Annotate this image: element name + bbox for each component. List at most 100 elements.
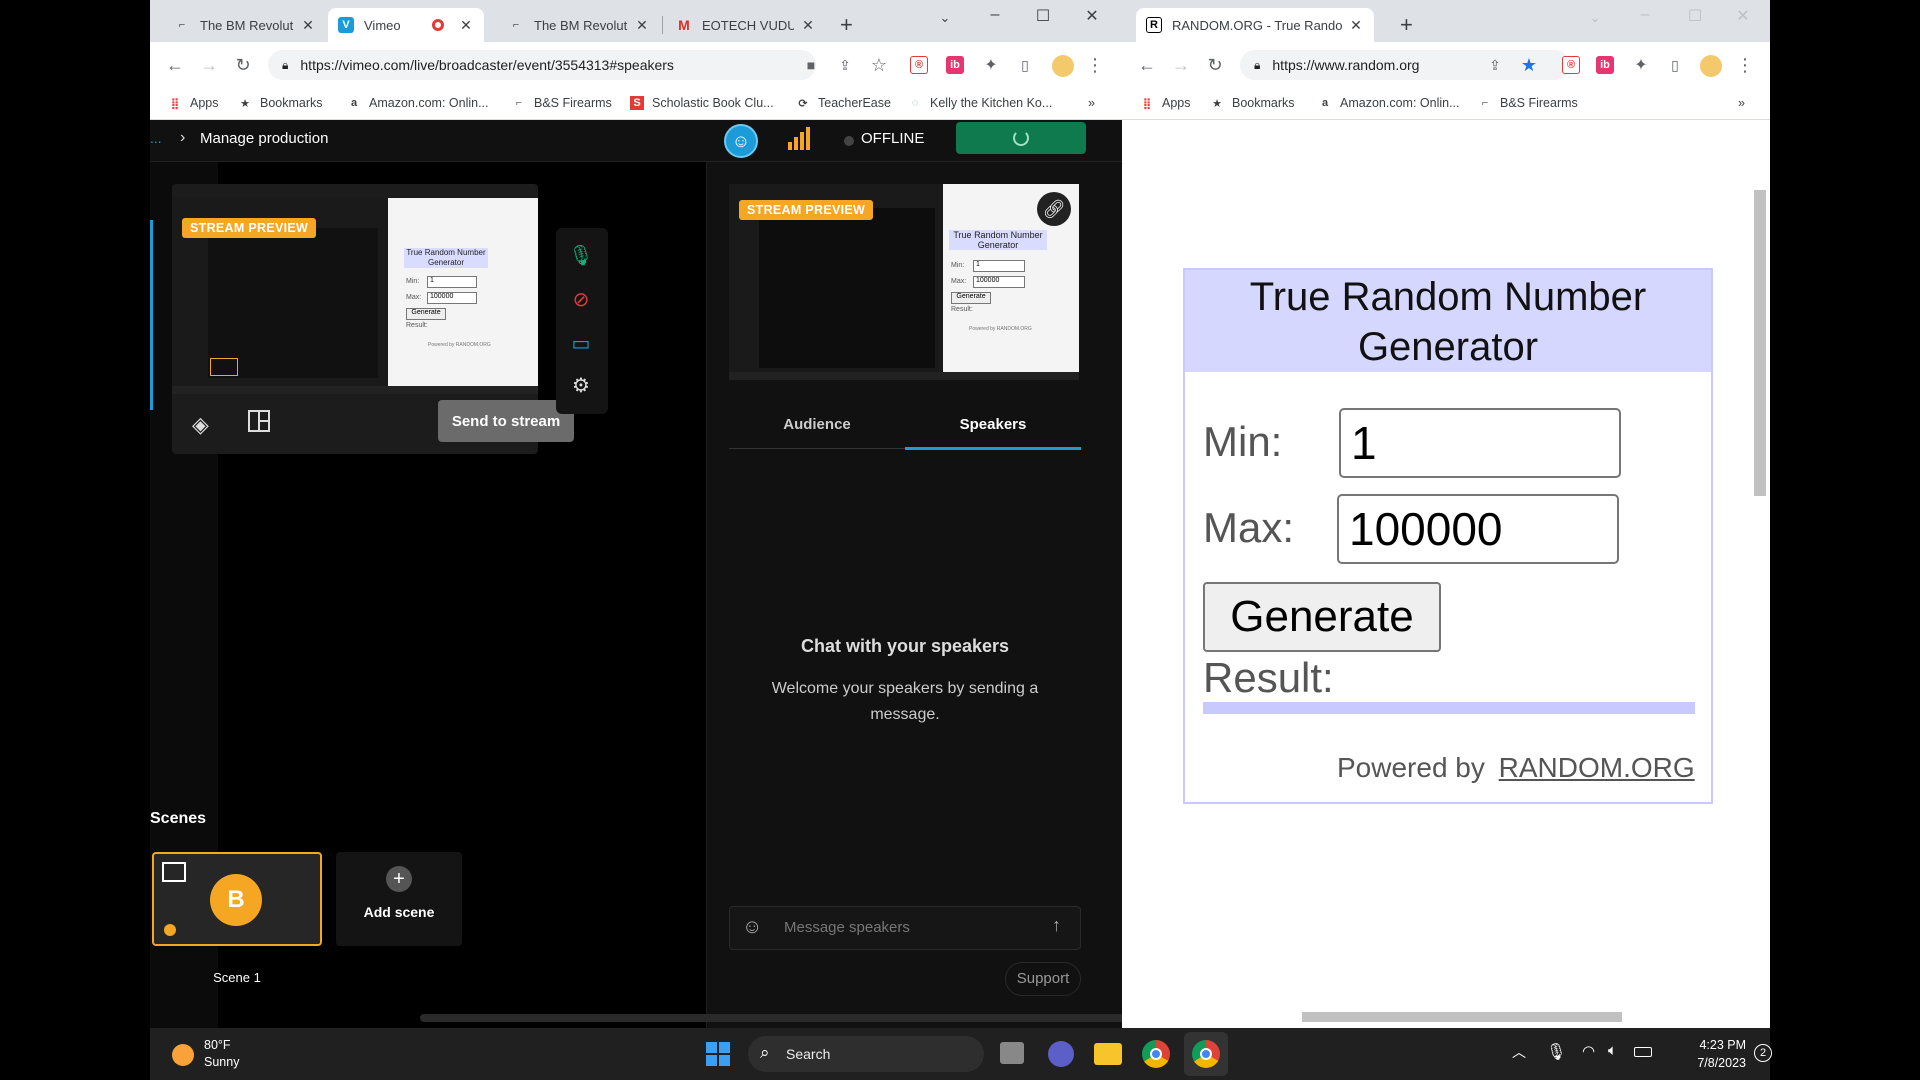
extension-icon[interactable]: ® <box>1562 56 1580 74</box>
tab-random-org[interactable]: R RANDOM.ORG - True Random N ✕ <box>1136 8 1374 42</box>
side-panel-icon[interactable]: ▯ <box>1014 54 1036 76</box>
vertical-scrollbar[interactable] <box>1754 190 1766 496</box>
tab-audience[interactable]: Audience <box>729 416 905 433</box>
more-bookmarks[interactable]: » <box>1088 96 1095 110</box>
reload-icon[interactable]: ↻ <box>1204 54 1226 76</box>
send-to-stream-button[interactable]: Send to stream <box>438 400 574 442</box>
horizontal-scrollbar[interactable] <box>1302 1012 1622 1022</box>
screen-share-icon[interactable]: ▭ <box>568 330 594 356</box>
minimize-button[interactable]: – <box>1630 6 1660 24</box>
ibotta-icon[interactable]: ib <box>946 56 964 74</box>
close-icon[interactable]: ✕ <box>1348 17 1364 34</box>
chat-app-icon[interactable] <box>1048 1041 1074 1067</box>
star-icon[interactable]: ☆ <box>868 54 890 76</box>
bookmark-kelly[interactable]: ◌ Kelly the Kitchen Ko... <box>908 96 1053 110</box>
maximize-button[interactable]: ☐ <box>1680 6 1710 26</box>
share-icon[interactable]: ⇪ <box>1484 54 1506 76</box>
minimize-button[interactable]: – <box>980 6 1010 24</box>
maximize-button[interactable]: ☐ <box>1028 6 1058 26</box>
tab-eotech[interactable]: M EOTECH VUDU 1 ✕ <box>666 8 826 42</box>
add-scene-button[interactable]: + Add scene <box>336 852 462 946</box>
tab-bm-revolution-2[interactable]: ⌐ The BM Revolutio ✕ <box>498 8 660 42</box>
notification-badge[interactable]: 2 <box>1754 1044 1772 1062</box>
new-tab-button[interactable]: + <box>840 12 853 38</box>
scene-card[interactable]: B <box>152 852 322 946</box>
close-icon[interactable]: ✕ <box>458 17 474 34</box>
camera-icon[interactable]: ■ <box>800 54 822 76</box>
puzzle-icon[interactable]: ✦ <box>1630 54 1652 76</box>
chevron-up-icon[interactable]: ︿ <box>1512 1042 1526 1062</box>
breadcrumb[interactable]: Manage production <box>200 130 328 147</box>
menu-icon[interactable]: ⋮ <box>1084 54 1106 76</box>
close-icon[interactable]: ✕ <box>800 17 816 34</box>
battery-icon[interactable] <box>1634 1047 1652 1057</box>
address-bar[interactable]: 🔒︎ https://vimeo.com/live/broadcaster/ev… <box>268 50 816 80</box>
tab-bm-revolution-1[interactable]: ⌐ The BM Revolutio ✕ <box>164 8 326 42</box>
clock-date[interactable]: 7/8/2023 <box>1660 1056 1746 1070</box>
tab-vimeo[interactable]: V Vimeo ✕ <box>328 8 484 42</box>
tab-search-icon[interactable]: ⌄ <box>1580 10 1610 26</box>
bookmark-bookmarks[interactable]: ★ Bookmarks <box>1210 96 1294 110</box>
close-icon[interactable]: ✕ <box>634 17 650 34</box>
link-icon[interactable]: 🔗︎ <box>1037 192 1071 226</box>
close-icon[interactable]: ✕ <box>300 17 316 34</box>
bookmark-apps[interactable]: ⣿ Apps <box>168 96 219 110</box>
layout-icon[interactable] <box>248 410 270 432</box>
menu-icon[interactable]: ⋮ <box>1734 54 1756 76</box>
more-bookmarks[interactable]: » <box>1738 96 1745 110</box>
back-icon[interactable]: ← <box>1136 54 1158 76</box>
wifi-icon[interactable]: ◠ <box>1582 1042 1595 1060</box>
max-input[interactable]: 100000 <box>1337 494 1619 564</box>
close-window-button[interactable]: ✕ <box>1728 6 1758 26</box>
search-box[interactable]: ⌕ Search <box>748 1036 984 1072</box>
extension-icon[interactable]: ® <box>910 56 928 74</box>
forward-icon[interactable]: → <box>1170 54 1192 76</box>
windows-start-icon[interactable] <box>706 1042 730 1066</box>
generate-button[interactable]: Generate <box>1203 582 1441 652</box>
sun-icon[interactable] <box>172 1044 194 1066</box>
random-org-link[interactable]: RANDOM.ORG <box>1499 752 1695 783</box>
new-tab-button[interactable]: + <box>1400 12 1413 38</box>
layers-icon[interactable]: ◈ <box>192 412 209 438</box>
face-status-icon[interactable]: ☺ <box>724 124 758 158</box>
camera-off-icon[interactable]: ⊘ <box>568 286 594 312</box>
microphone-icon[interactable]: 🎙︎ <box>568 242 594 268</box>
message-input[interactable]: ☺ Message speakers ↑ <box>729 906 1081 950</box>
bookmark-scholastic[interactable]: S Scholastic Book Clu... <box>630 96 774 110</box>
back-icon[interactable]: ← <box>164 54 186 76</box>
forward-icon[interactable]: → <box>198 54 220 76</box>
puzzle-icon[interactable]: ✦ <box>980 54 1002 76</box>
bookmark-teacherease[interactable]: ⟳ TeacherEase <box>796 96 891 110</box>
avatar[interactable] <box>1052 55 1074 77</box>
task-view-icon[interactable] <box>1000 1042 1024 1064</box>
send-arrow-icon[interactable]: ↑ <box>1052 915 1061 936</box>
chrome-active-icon[interactable] <box>1184 1032 1228 1076</box>
star-icon[interactable]: ★ <box>1518 54 1540 76</box>
close-window-button[interactable]: ✕ <box>1077 6 1107 26</box>
bookmark-bs-firearms[interactable]: ⌐ B&S Firearms <box>512 96 612 110</box>
volume-icon[interactable]: 🔈︎ <box>1608 1042 1617 1059</box>
settings-icon[interactable]: ⚙︎ <box>568 372 594 398</box>
weather-desc[interactable]: Sunny <box>204 1055 239 1069</box>
bookmark-bookmarks[interactable]: ★ Bookmarks <box>238 96 322 110</box>
emoji-icon[interactable]: ☺ <box>742 916 762 939</box>
bookmark-apps[interactable]: ⣿ Apps <box>1140 96 1191 110</box>
back-link[interactable]: ... <box>150 130 162 146</box>
tab-speakers[interactable]: Speakers <box>905 416 1081 433</box>
bookmark-amazon[interactable]: a Amazon.com: Onlin... <box>347 96 489 110</box>
side-panel-icon[interactable]: ▯ <box>1664 54 1686 76</box>
bookmark-amazon[interactable]: a Amazon.com: Onlin... <box>1318 96 1460 110</box>
avatar[interactable] <box>1700 55 1722 77</box>
bookmark-bs-firearms[interactable]: ⌐ B&S Firearms <box>1478 96 1578 110</box>
clock-time[interactable]: 4:23 PM <box>1660 1038 1746 1052</box>
min-input[interactable]: 1 <box>1339 408 1621 478</box>
go-live-button[interactable] <box>956 122 1086 154</box>
chrome-icon[interactable] <box>1142 1040 1170 1068</box>
microphone-icon[interactable]: 🎙︎ <box>1546 1042 1566 1062</box>
weather-temp[interactable]: 80°F <box>204 1038 231 1052</box>
ibotta-icon[interactable]: ib <box>1596 56 1614 74</box>
tab-search-icon[interactable]: ⌄ <box>930 10 960 26</box>
support-button[interactable]: Support <box>1005 962 1081 996</box>
reload-icon[interactable]: ↻ <box>232 54 254 76</box>
file-explorer-icon[interactable] <box>1094 1043 1122 1065</box>
